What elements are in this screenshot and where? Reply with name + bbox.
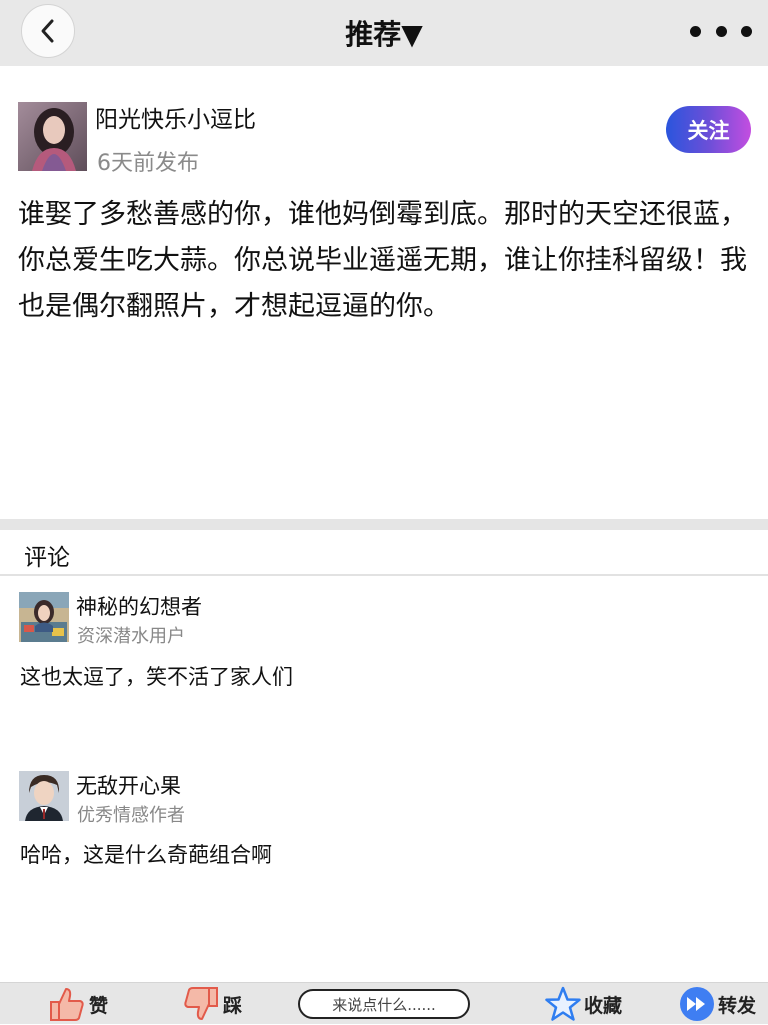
comment-input[interactable]: 来说点什么...... xyxy=(298,989,470,1019)
more-dots-icon[interactable] xyxy=(690,20,752,42)
like-button[interactable]: 赞 xyxy=(48,983,108,1025)
favorite-label: 收藏 xyxy=(584,994,623,1017)
follow-button[interactable]: 关注 xyxy=(666,106,751,153)
thumbs-up-icon xyxy=(50,988,84,1021)
share-label: 转发 xyxy=(718,994,757,1017)
avatar-illustration xyxy=(19,592,69,642)
comments-divider xyxy=(0,574,768,576)
forward-icon xyxy=(680,987,714,1021)
post-body: 谁娶了多愁善感的你，谁他妈倒霉到底。那时的天空还很蓝，你总爱生吃大蒜。你总说毕业… xyxy=(18,199,747,322)
favorite-button[interactable]: 收藏 xyxy=(545,983,622,1025)
post-time: 6天前发布 xyxy=(97,151,199,176)
comment-author-role: 优秀情感作者 xyxy=(77,805,185,826)
feed-selector[interactable]: 推荐▼ xyxy=(0,13,768,53)
thumbs-down-icon xyxy=(184,987,218,1020)
bottom-action-bar: 赞 踩 来说点什么...... 收藏 转发 xyxy=(0,982,768,1024)
comment-text: 这也太逗了，笑不活了家人们 xyxy=(20,665,293,689)
comment-author-role: 资深潜水用户 xyxy=(77,626,185,647)
top-nav-bar: 推荐▼ xyxy=(0,0,768,66)
share-button[interactable]: 转发 xyxy=(679,983,756,1025)
like-label: 赞 xyxy=(89,994,109,1017)
avatar-portrait xyxy=(18,102,87,171)
comments-heading: 评论 xyxy=(24,545,70,571)
dislike-button[interactable]: 踩 xyxy=(182,983,242,1025)
author-avatar[interactable] xyxy=(18,102,87,171)
comment-text: 哈哈，这是什么奇葩组合啊 xyxy=(20,843,272,867)
comment-avatar[interactable] xyxy=(19,592,69,642)
comment-avatar[interactable] xyxy=(19,771,69,821)
avatar-illustration xyxy=(19,771,69,821)
author-name[interactable]: 阳光快乐小逗比 xyxy=(95,100,256,134)
dot xyxy=(741,25,752,37)
dislike-label: 踩 xyxy=(223,994,243,1017)
comment-author-name[interactable]: 无敌开心果 xyxy=(76,770,181,800)
star-icon xyxy=(545,986,581,1021)
section-divider xyxy=(0,519,768,530)
dot xyxy=(690,25,701,37)
comment-author-name[interactable]: 神秘的幻想者 xyxy=(76,591,202,621)
dot xyxy=(715,25,727,37)
